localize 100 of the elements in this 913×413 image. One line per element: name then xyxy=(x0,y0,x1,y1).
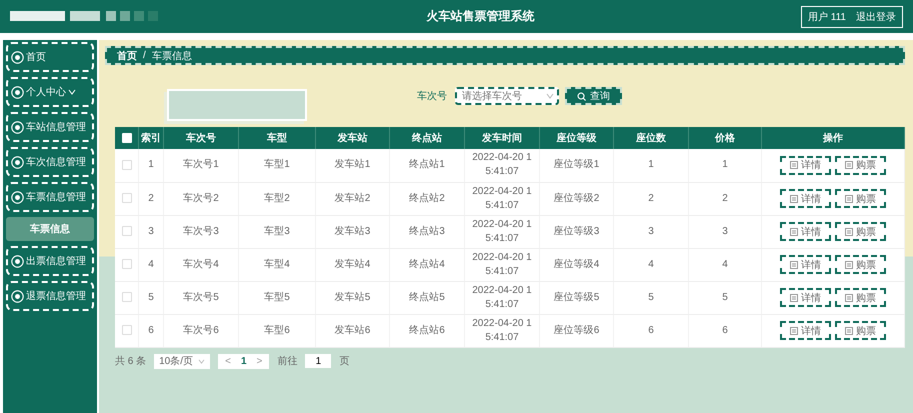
table-cell: 5 xyxy=(688,281,762,314)
select-all-checkbox[interactable] xyxy=(122,132,132,143)
details-button[interactable]: 详情 xyxy=(780,156,831,175)
details-button[interactable]: 详情 xyxy=(780,288,831,307)
menu-icon xyxy=(11,86,24,98)
details-button[interactable]: 详情 xyxy=(780,321,831,340)
table-cell: 2 xyxy=(138,182,164,215)
table-cell: 4 xyxy=(688,248,762,281)
column-header: 操作 xyxy=(762,127,904,149)
document-icon xyxy=(845,228,853,236)
table-cell: 车型6 xyxy=(238,314,316,347)
document-icon xyxy=(790,326,798,334)
column-header: 车型 xyxy=(238,127,316,149)
buy-button[interactable]: 购票 xyxy=(835,321,886,340)
column-header: 发车时间 xyxy=(464,127,540,149)
logout-link[interactable]: 退出登录 xyxy=(856,10,896,24)
menu-item[interactable]: 个人中心 xyxy=(6,77,94,107)
table-cell: 座位等级2 xyxy=(540,182,614,215)
table-cell: 车次号3 xyxy=(164,215,238,248)
column-header: 座位等级 xyxy=(540,127,614,149)
table-cell: 2 xyxy=(614,182,688,215)
table-cell: 3 xyxy=(614,215,688,248)
document-icon xyxy=(845,326,853,334)
row-checkbox[interactable] xyxy=(122,324,132,335)
table-cell: 发车站6 xyxy=(316,314,390,347)
table-cell: 2022-04-20 15:41:07 xyxy=(464,314,540,347)
table-cell: 发车站4 xyxy=(316,248,390,281)
column-header: 发车站 xyxy=(316,127,390,149)
goto-page-field[interactable]: 1 xyxy=(305,354,332,368)
search-label: 车次号 xyxy=(417,90,447,103)
page-suffix: 页 xyxy=(339,355,350,368)
table-cell: 2022-04-20 15:41:07 xyxy=(464,215,540,248)
table-cell: 3 xyxy=(688,215,762,248)
menu-item[interactable]: 车站信息管理 xyxy=(6,112,94,142)
column-header: 价格 xyxy=(688,127,762,149)
table-cell: 发车站1 xyxy=(316,149,390,182)
table-cell: 4 xyxy=(614,248,688,281)
document-icon xyxy=(790,228,798,236)
table-cell: 车型1 xyxy=(238,149,316,182)
chevron-icon xyxy=(198,358,206,364)
details-button[interactable]: 详情 xyxy=(780,255,831,274)
breadcrumb-item[interactable]: 车票信息 xyxy=(152,48,192,62)
page-size-select[interactable]: 10条/页 xyxy=(154,354,210,368)
user-name: 用户 111 xyxy=(808,10,846,24)
menu-icon xyxy=(11,254,24,268)
table-cell: 发车站5 xyxy=(316,281,390,314)
column-header: 座位数 xyxy=(614,127,688,149)
document-icon xyxy=(845,194,853,202)
page-number[interactable]: 1 xyxy=(238,356,250,366)
goto-label: 前往 xyxy=(277,354,298,368)
table-cell: 车型3 xyxy=(238,215,316,248)
table-cell: 2022-04-20 15:41:07 xyxy=(464,149,540,182)
breadcrumb-item[interactable]: 首页 xyxy=(117,48,137,62)
row-checkbox[interactable] xyxy=(122,258,132,269)
table-cell: 车型2 xyxy=(238,182,316,215)
table-cell: 1 xyxy=(138,149,164,182)
document-icon xyxy=(790,161,798,170)
train-select[interactable]: 请选择车次号 xyxy=(455,87,559,105)
submenu-item[interactable]: 车票信息 xyxy=(6,217,94,241)
menu-icon xyxy=(11,290,24,302)
row-checkbox[interactable] xyxy=(122,160,132,170)
table-cell: 发车站3 xyxy=(316,215,390,248)
buy-button[interactable]: 购票 xyxy=(835,255,886,274)
menu-item[interactable]: 车次信息管理 xyxy=(6,147,94,177)
table-cell: 终点站2 xyxy=(390,182,464,215)
column-header: 车次号 xyxy=(164,127,238,149)
table-cell: 5 xyxy=(614,281,688,314)
row-checkbox[interactable] xyxy=(122,292,132,302)
table-cell: 1 xyxy=(614,149,688,182)
menu-item[interactable]: 首页 xyxy=(6,42,94,72)
menu-item[interactable]: 车票信息管理 xyxy=(6,182,94,212)
document-icon xyxy=(845,161,853,170)
document-icon xyxy=(845,294,853,302)
row-checkbox[interactable] xyxy=(122,192,132,203)
menu-item[interactable]: 出票信息管理 xyxy=(6,246,94,276)
table-cell: 6 xyxy=(688,314,762,347)
buy-button[interactable]: 购票 xyxy=(835,222,886,241)
menu-icon xyxy=(11,190,24,204)
table-cell: 座位等级5 xyxy=(540,281,614,314)
menu-icon xyxy=(11,120,24,134)
buy-button[interactable]: 购票 xyxy=(835,156,886,175)
search-button[interactable]: 查询 xyxy=(565,87,622,105)
chevron-icon xyxy=(546,93,554,99)
row-checkbox[interactable] xyxy=(122,226,132,236)
table-cell: 2022-04-20 15:41:07 xyxy=(464,281,540,314)
table-cell: 座位等级3 xyxy=(540,215,614,248)
breadcrumb-separator: / xyxy=(143,50,146,61)
table-cell: 发车站2 xyxy=(316,182,390,215)
details-button[interactable]: 详情 xyxy=(780,222,831,241)
table-cell: 车次号4 xyxy=(164,248,238,281)
document-icon xyxy=(790,260,798,268)
buy-button[interactable]: 购票 xyxy=(835,189,886,208)
buy-button[interactable]: 购票 xyxy=(835,288,886,307)
table-cell: 终点站3 xyxy=(390,215,464,248)
table-cell: 座位等级6 xyxy=(540,314,614,347)
document-icon xyxy=(845,260,853,268)
table-cell: 2022-04-20 15:41:07 xyxy=(464,182,540,215)
menu-item[interactable]: 退票信息管理 xyxy=(6,281,94,311)
details-button[interactable]: 详情 xyxy=(780,189,831,208)
table-cell: 6 xyxy=(138,314,164,347)
